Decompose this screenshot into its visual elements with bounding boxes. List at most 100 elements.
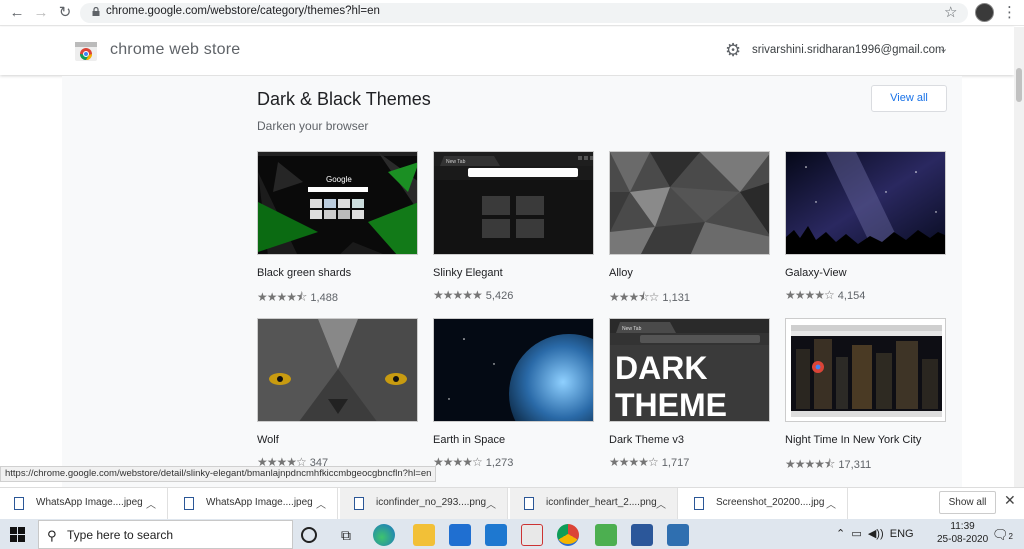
url-text[interactable]: chrome.google.com/webstore/category/them… xyxy=(106,5,380,17)
show-all-downloads-button[interactable]: Show all xyxy=(939,491,996,514)
chrome-web-store-logo-icon[interactable] xyxy=(74,39,98,63)
theme-thumbnail[interactable] xyxy=(785,151,946,255)
file-explorer-icon[interactable] xyxy=(413,524,435,546)
theme-card[interactable]: Alloy ★★★⯪☆ 1,131 xyxy=(609,151,770,304)
edge-icon[interactable] xyxy=(373,524,395,546)
theme-rating: ★★★★☆ 1,273 xyxy=(433,455,513,469)
theme-name[interactable]: Alloy xyxy=(609,267,633,279)
theme-name[interactable]: Black green shards xyxy=(257,267,351,279)
download-item[interactable]: WhatsApp Image....jpeg ︿ xyxy=(0,488,168,519)
close-icon[interactable]: ✕ xyxy=(1004,492,1016,509)
store-icon[interactable] xyxy=(485,524,507,546)
download-shelf: WhatsApp Image....jpeg ︿ WhatsApp Image..… xyxy=(0,487,1024,519)
taskbar-search-box[interactable]: ⚲ Type here to search xyxy=(38,520,293,549)
night-time-new-york-image xyxy=(786,319,945,421)
download-item[interactable]: Screenshot_20200....jpg ︿ xyxy=(680,488,848,519)
download-item[interactable]: iconfinder_no_293....png ︿ xyxy=(340,488,508,519)
photos-icon[interactable] xyxy=(667,524,689,546)
language-indicator[interactable]: ENG xyxy=(890,528,914,540)
chevron-up-icon[interactable]: ︿ xyxy=(316,496,326,511)
forward-arrow-icon[interactable]: → xyxy=(32,4,50,22)
rating-count: 1,273 xyxy=(485,457,514,469)
reload-icon[interactable]: ↻ xyxy=(56,4,74,22)
theme-name[interactable]: Wolf xyxy=(257,434,279,446)
download-filename: WhatsApp Image....jpeg xyxy=(36,497,143,508)
menu-kebab-icon[interactable]: ⋮ xyxy=(1002,3,1017,21)
new-tab-label: New Tab xyxy=(622,326,642,332)
theme-thumbnail[interactable]: Google xyxy=(257,151,418,255)
dark-theme-v3-image: New Tab DARK THEME xyxy=(610,319,769,421)
cortana-icon[interactable] xyxy=(301,527,317,543)
task-view-icon[interactable]: ⧉ xyxy=(335,524,357,546)
file-icon xyxy=(184,497,194,510)
chrome-icon[interactable] xyxy=(557,524,579,546)
theme-name[interactable]: Night Time In New York City xyxy=(785,434,921,446)
theme-card[interactable]: Night Time In New York City ★★★★⯪ 17,311 xyxy=(785,318,946,471)
theme-card[interactable]: New Tab DARK THEME Dark Theme v3 ★★★★☆ 1,… xyxy=(609,318,770,469)
theme-name[interactable]: Earth in Space xyxy=(433,434,505,446)
theme-card[interactable]: Earth in Space ★★★★☆ 1,273 xyxy=(433,318,594,469)
theme-thumbnail[interactable]: New Tab DARK THEME xyxy=(609,318,770,422)
chevron-up-icon[interactable]: ︿ xyxy=(656,496,666,511)
rating-stars-icon: ★★★⯪☆ xyxy=(609,290,659,304)
theme-rating: ★★★★★ 5,426 xyxy=(433,288,513,302)
download-filename: iconfinder_heart_2....png xyxy=(546,497,657,508)
account-email[interactable]: srivarshini.sridharan1996@gmail.com xyxy=(752,44,945,56)
rating-stars-icon: ★★★★⯪ xyxy=(785,457,835,471)
clock[interactable]: 11:39 25-08-2020 xyxy=(937,520,988,546)
theme-rating: ★★★★☆ 1,717 xyxy=(609,455,689,469)
scrollbar-thumb[interactable] xyxy=(1016,68,1022,102)
theme-card[interactable]: New Tab Slinky Elegant ★★★★★ 5,426 xyxy=(433,151,594,302)
chevron-down-icon[interactable]: ⌄ xyxy=(939,42,948,55)
view-all-button[interactable]: View all xyxy=(871,85,947,112)
download-item[interactable]: iconfinder_heart_2....png ︿ xyxy=(510,488,678,519)
word-icon[interactable] xyxy=(631,524,653,546)
theme-thumbnail[interactable] xyxy=(785,318,946,422)
rating-stars-icon: ★★★★★ xyxy=(433,288,483,302)
section-title: Dark & Black Themes xyxy=(257,89,431,109)
download-filename: WhatsApp Image....jpeg xyxy=(206,497,313,508)
store-title[interactable]: chrome web store xyxy=(110,41,240,59)
theme-thumbnail[interactable]: New Tab xyxy=(433,151,594,255)
rating-stars-icon: ★★★★⯪ xyxy=(257,290,307,304)
theme-name[interactable]: Dark Theme v3 xyxy=(609,434,684,446)
galaxy-view-image xyxy=(786,152,945,254)
profile-avatar[interactable] xyxy=(975,3,994,22)
back-arrow-icon[interactable]: ← xyxy=(8,4,26,22)
rating-stars-icon: ★★★★☆ xyxy=(433,455,483,469)
dark-text: DARK xyxy=(615,350,707,386)
file-icon xyxy=(14,497,24,510)
search-placeholder: Type here to search xyxy=(67,528,174,542)
notification-count: 2 xyxy=(1008,532,1013,541)
theme-card[interactable]: Google Black green shards ★★★★⯪ 1,488 xyxy=(257,151,418,304)
system-tray[interactable]: ⌃ ▭ ◀)) ENG xyxy=(836,527,914,540)
lock-icon xyxy=(92,7,100,16)
theme-thumbnail[interactable] xyxy=(433,318,594,422)
theme-card[interactable]: Galaxy-View ★★★★☆ 4,154 xyxy=(785,151,946,302)
theme-name[interactable]: Slinky Elegant xyxy=(433,267,503,279)
paint-icon[interactable] xyxy=(595,524,617,546)
snipping-tool-icon[interactable] xyxy=(521,524,543,546)
mail-icon[interactable] xyxy=(449,524,471,546)
theme-thumbnail[interactable] xyxy=(609,151,770,255)
download-item[interactable]: WhatsApp Image....jpeg ︿ xyxy=(170,488,338,519)
gear-icon[interactable]: ⚙ xyxy=(725,40,741,61)
theme-card[interactable]: Wolf ★★★★☆ 347 xyxy=(257,318,418,469)
chevron-up-icon[interactable]: ︿ xyxy=(826,496,836,511)
new-tab-label: New Tab xyxy=(446,159,466,165)
chevron-up-icon[interactable]: ︿ xyxy=(486,496,496,511)
chevron-up-icon[interactable]: ︿ xyxy=(146,496,156,511)
rating-stars-icon: ★★★★☆ xyxy=(609,455,659,469)
notification-icon[interactable]: 🗨2 xyxy=(992,527,1013,543)
theme-name[interactable]: Galaxy-View xyxy=(785,267,847,279)
file-icon xyxy=(694,497,704,510)
rating-count: 4,154 xyxy=(837,290,866,302)
section-subtitle: Darken your browser xyxy=(257,119,369,133)
download-filename: iconfinder_no_293....png xyxy=(376,497,487,508)
windows-start-icon[interactable] xyxy=(10,527,25,542)
theme-thumbnail[interactable] xyxy=(257,318,418,422)
theme-rating: ★★★★⯪ 17,311 xyxy=(785,455,871,476)
bookmark-star-icon[interactable]: ☆ xyxy=(944,3,957,21)
theme-rating: ★★★⯪☆ 1,131 xyxy=(609,288,690,309)
file-icon xyxy=(524,497,534,510)
